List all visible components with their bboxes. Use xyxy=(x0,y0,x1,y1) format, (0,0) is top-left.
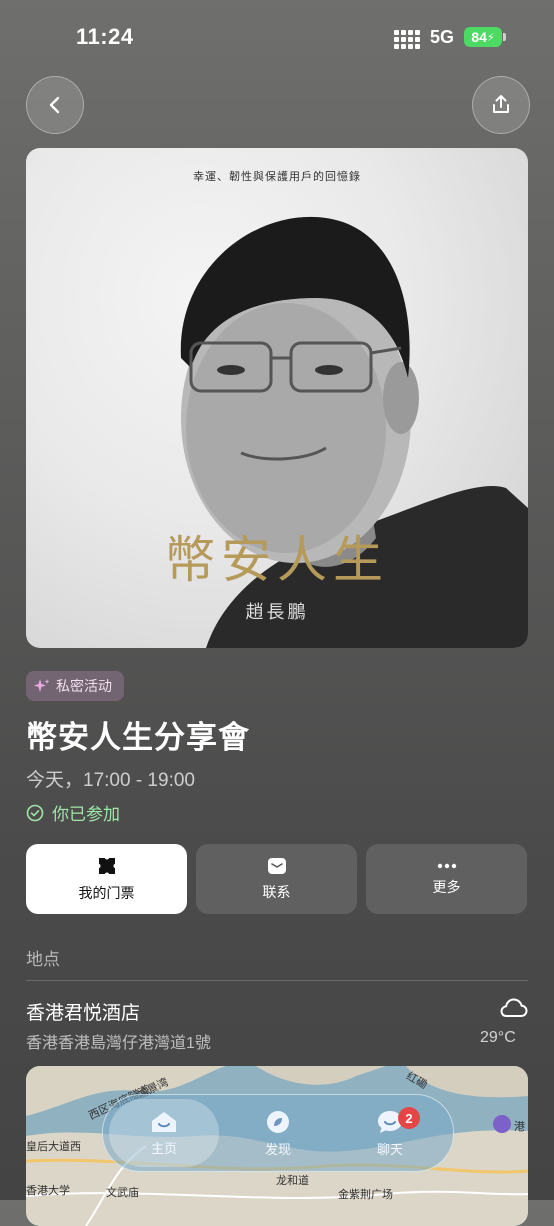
venue-address[interactable]: 香港香港島灣仔港灣道1號 xyxy=(26,1029,211,1053)
cover-title: 幣安人生 xyxy=(165,531,389,589)
battery-icon: 84 ⚡ xyxy=(464,27,502,47)
tab-home[interactable]: 主页 xyxy=(109,1099,219,1167)
battery-tip xyxy=(503,33,506,41)
event-time: 今天，17:00 - 19:00 xyxy=(26,770,195,791)
cover-author: 趙長鵬 xyxy=(245,602,309,623)
sparkle-icon xyxy=(34,679,50,692)
map-label-harbour: 港 xyxy=(514,1121,525,1133)
map-label-lung-wo: 龙和道 xyxy=(276,1175,309,1187)
battery-level: 84 xyxy=(471,29,487,45)
signal-icon xyxy=(394,30,420,49)
more-button[interactable]: 更多 xyxy=(366,844,527,914)
my-ticket-button[interactable]: 我的门票 xyxy=(26,844,187,914)
contact-label: 联系 xyxy=(262,884,291,900)
map-label-hku: 香港大学 xyxy=(26,1185,70,1197)
tab-chat-label: 聊天 xyxy=(376,1141,403,1157)
event-title: 幣安人生分享會 xyxy=(26,720,250,755)
tab-chat[interactable]: 聊天 2 xyxy=(335,1099,445,1167)
event-cover-image: 幸運、韌性與保護用戶的回憶錄 幣安人生 趙長鵬 xyxy=(26,148,528,648)
joined-label: 你已参加 xyxy=(52,805,120,824)
map-label-queens-road: 皇后大道西 xyxy=(26,1141,81,1153)
discover-icon xyxy=(267,1110,289,1133)
share-button[interactable] xyxy=(472,76,530,134)
status-time: 11:24 xyxy=(76,24,134,49)
joined-status: 你已参加 xyxy=(26,800,120,825)
venue-name[interactable]: 香港君悦酒店 xyxy=(26,998,140,1025)
tab-home-label: 主页 xyxy=(150,1140,177,1156)
home-icon xyxy=(152,1111,176,1132)
private-event-badge: 私密活动 xyxy=(26,671,124,701)
temperature: 29°C xyxy=(480,1029,516,1046)
network-label: 5G xyxy=(430,27,455,47)
back-button[interactable] xyxy=(26,76,84,134)
share-icon xyxy=(493,95,509,113)
cloud-icon xyxy=(500,998,528,1017)
ticket-icon xyxy=(98,858,115,874)
section-divider xyxy=(26,980,528,981)
badge-label: 私密活动 xyxy=(56,678,112,694)
my-ticket-label: 我的门票 xyxy=(78,885,135,901)
contact-button[interactable]: 联系 xyxy=(196,844,357,914)
more-label: 更多 xyxy=(432,879,461,895)
message-icon xyxy=(267,858,286,874)
map-label-man-mo: 文武庙 xyxy=(106,1187,139,1199)
cover-subtitle: 幸運、韌性與保護用戶的回憶錄 xyxy=(193,170,361,183)
chat-unread-badge: 2 xyxy=(398,1107,420,1129)
tab-discover[interactable]: 发现 xyxy=(223,1099,333,1167)
location-section-label: 地点 xyxy=(26,950,60,969)
more-icon xyxy=(437,863,456,869)
chevron-left-icon xyxy=(49,96,60,114)
bottom-tab-bar: 主页 发现 聊天 2 xyxy=(102,1094,454,1172)
check-circle-icon xyxy=(26,804,44,821)
status-bar: 11:24 5G 84 ⚡ xyxy=(0,0,554,70)
tab-discover-label: 发现 xyxy=(264,1141,291,1157)
